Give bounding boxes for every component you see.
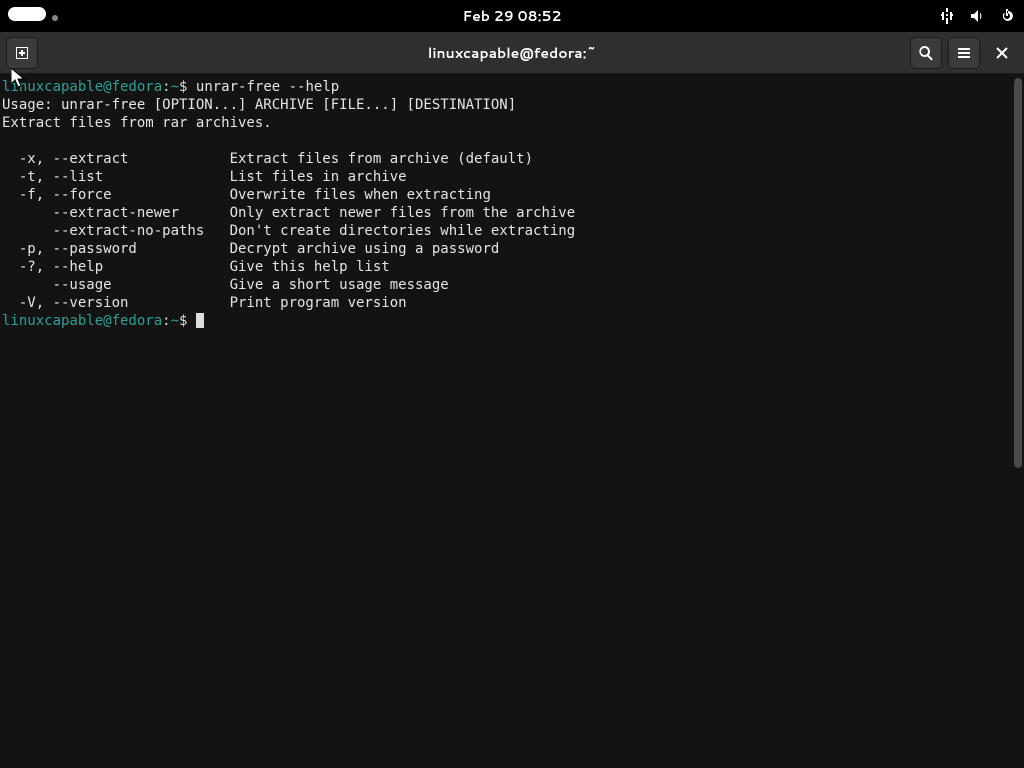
option-row-4: --extract-no-paths Don't create director… — [2, 223, 575, 239]
prompt-user-host: linuxcapable@fedora — [2, 79, 162, 95]
datetime-label: Feb 29 08:52 — [462, 6, 561, 26]
option-flags: -f, --force — [2, 187, 213, 203]
option-flags: -x, --extract — [2, 151, 213, 167]
option-desc: Give this help list — [213, 259, 390, 275]
new-tab-button[interactable] — [6, 37, 38, 69]
option-desc: List files in archive — [213, 169, 407, 185]
search-button[interactable] — [910, 37, 942, 69]
option-flags: -p, --password — [2, 241, 213, 257]
option-flags: -V, --version — [2, 295, 213, 311]
window-title: linuxcapable@fedora:~ — [428, 43, 596, 63]
option-row-2: -f, --force Overwrite files when extract… — [2, 187, 491, 203]
terminal-headerbar: linuxcapable@fedora:~ — [0, 32, 1024, 74]
hamburger-icon — [956, 45, 972, 61]
option-flags: --usage — [2, 277, 213, 293]
hamburger-menu-button[interactable] — [948, 37, 980, 69]
gnome-top-panel: Feb 29 08:52 — [0, 0, 1024, 32]
option-desc: Give a short usage message — [213, 277, 449, 293]
option-flags: --extract-no-paths — [2, 223, 213, 239]
option-desc: Overwrite files when extracting — [213, 187, 491, 203]
option-row-8: -V, --version Print program version — [2, 295, 407, 311]
entered-command: unrar-free --help — [187, 79, 339, 95]
option-desc: Only extract newer files from the archiv… — [213, 205, 575, 221]
description-line: Extract files from rar archives. — [2, 115, 272, 131]
usage-line: Usage: unrar-free [OPTION...] ARCHIVE [F… — [2, 97, 516, 113]
prompt-user-host: linuxcapable@fedora — [2, 313, 162, 329]
panel-left-group — [8, 6, 58, 26]
plus-box-icon — [14, 45, 30, 61]
prompt-path: ~ — [171, 313, 179, 329]
prompt-separator: : — [162, 313, 170, 329]
terminal-scrollbar-thumb[interactable] — [1014, 78, 1022, 468]
option-desc: Extract files from archive (default) — [213, 151, 533, 167]
close-icon — [994, 45, 1010, 61]
option-row-7: --usage Give a short usage message — [2, 277, 449, 293]
terminal-surface[interactable]: linuxcapable@fedora:~$ unrar-free --help… — [0, 74, 1024, 768]
power-icon — [998, 7, 1016, 25]
option-row-1: -t, --list List files in archive — [2, 169, 407, 185]
volume-icon — [968, 7, 986, 25]
panel-system-tray[interactable] — [938, 7, 1016, 25]
activities-pill[interactable] — [8, 6, 58, 26]
option-desc: Don't create directories while extractin… — [213, 223, 575, 239]
network-icon — [938, 7, 956, 25]
close-window-button[interactable] — [986, 37, 1018, 69]
option-flags: -?, --help — [2, 259, 213, 275]
option-row-5: -p, --password Decrypt archive using a p… — [2, 241, 499, 257]
option-flags: --extract-newer — [2, 205, 213, 221]
panel-clock[interactable]: Feb 29 08:52 — [462, 6, 561, 26]
prompt-dollar: $ — [179, 313, 187, 329]
prompt-path: ~ — [171, 79, 179, 95]
option-row-0: -x, --extract Extract files from archive… — [2, 151, 533, 167]
option-flags: -t, --list — [2, 169, 213, 185]
option-row-3: --extract-newer Only extract newer files… — [2, 205, 575, 221]
search-icon — [918, 45, 934, 61]
option-desc: Print program version — [213, 295, 407, 311]
option-desc: Decrypt archive using a password — [213, 241, 500, 257]
option-row-6: -?, --help Give this help list — [2, 259, 390, 275]
terminal-viewport: linuxcapable@fedora:~$ unrar-free --help… — [0, 74, 1024, 768]
terminal-cursor — [196, 313, 204, 328]
prompt-separator: : — [162, 79, 170, 95]
